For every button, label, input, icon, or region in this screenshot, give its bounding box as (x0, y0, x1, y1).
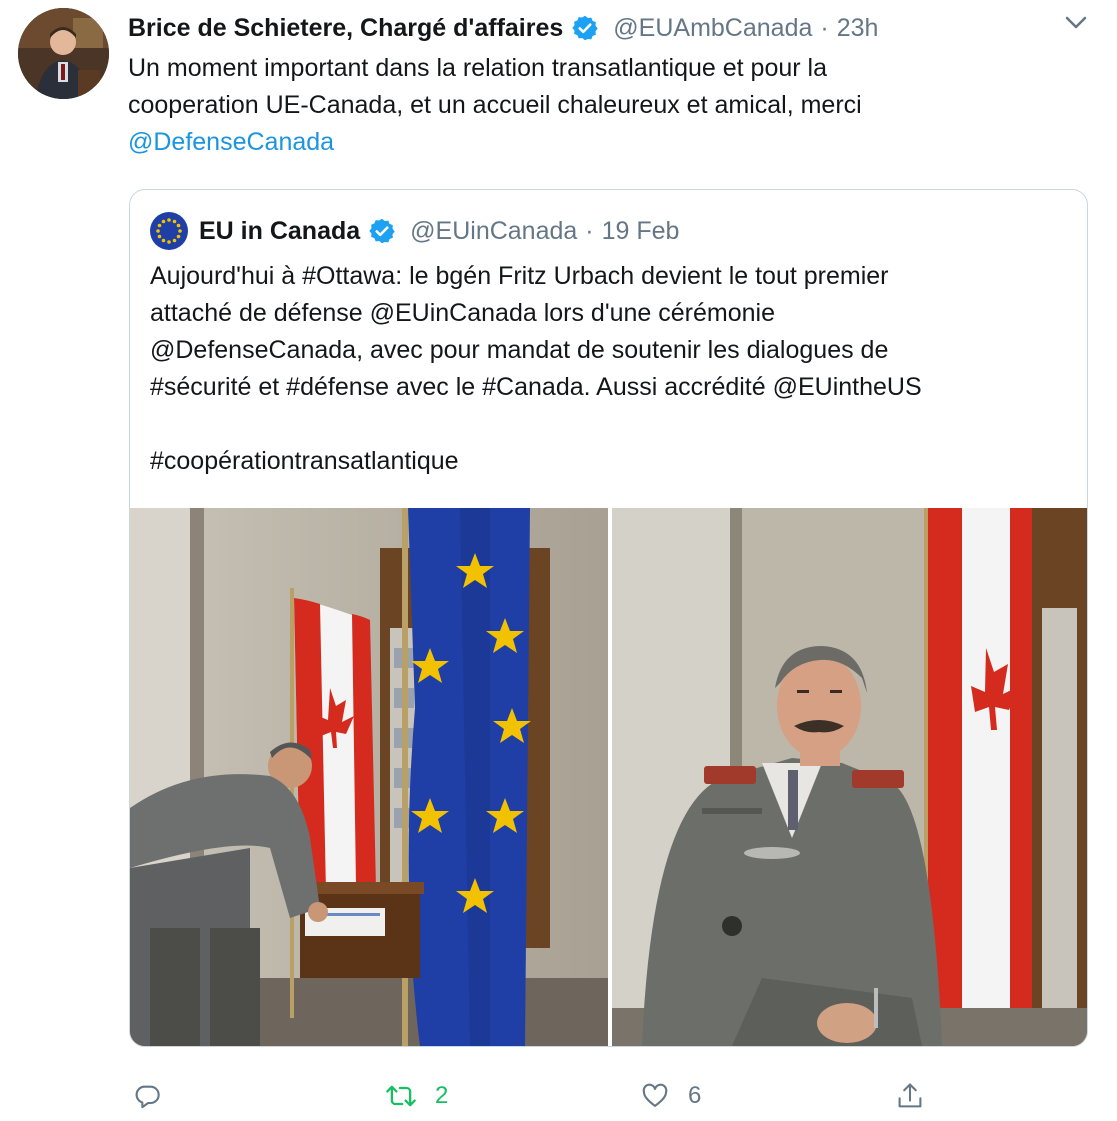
tweet-timestamp[interactable]: 23h (837, 14, 879, 43)
tweet-header: Brice de Schietere, Chargé d'affaires @E… (128, 12, 878, 44)
verified-badge-icon (571, 14, 599, 42)
author-avatar[interactable] (18, 8, 109, 99)
like-count: 6 (688, 1082, 702, 1109)
quoted-text-line (150, 406, 1070, 443)
chevron-down-icon[interactable] (1062, 12, 1090, 34)
tweet-text-line: cooperation UE-Canada, et un accueil cha… (128, 91, 862, 119)
share-icon (896, 1081, 924, 1111)
quoted-tweet-date[interactable]: 19 Feb (602, 217, 680, 246)
quoted-text-line: #sécurité et #défense avec le #Canada. A… (150, 373, 922, 401)
media-grid (130, 508, 1087, 1046)
share-button[interactable] (896, 1072, 924, 1120)
retweet-count: 2 (435, 1082, 449, 1109)
quoted-text-line: Aujourd'hui à #Ottawa: le bgén Fritz Urb… (150, 262, 889, 290)
author-handle[interactable]: @EUAmbCanada (613, 14, 812, 43)
heart-icon (640, 1082, 670, 1110)
mention-link[interactable]: @DefenseCanada (128, 124, 1078, 161)
reply-icon (133, 1082, 161, 1110)
quoted-author-name[interactable]: EU in Canada (199, 217, 360, 246)
like-button[interactable]: 6 (640, 1072, 701, 1120)
verified-badge-icon (368, 217, 396, 245)
quoted-tweet-text: Aujourd'hui à #Ottawa: le bgén Fritz Urb… (150, 258, 1070, 480)
quoted-tweet[interactable]: EU in Canada @EUinCanada · 19 Feb Aujour… (129, 189, 1088, 1047)
separator-dot: · (585, 216, 594, 245)
separator-dot: · (820, 13, 829, 42)
tweet-text: Un moment important dans la relation tra… (128, 50, 1078, 161)
photo-signing-book[interactable] (130, 508, 608, 1046)
quoted-tweet-header: EU in Canada @EUinCanada · 19 Feb (150, 212, 679, 250)
hashtag-line: #coopérationtransatlantique (150, 447, 459, 475)
quoted-author-handle[interactable]: @EUinCanada (410, 217, 577, 246)
reply-button[interactable] (133, 1072, 179, 1120)
quoted-text-line: @DefenseCanada, avec pour mandat de sout… (150, 336, 889, 364)
quoted-text-line: attaché de défense @EUinCanada lors d'un… (150, 299, 775, 327)
retweet-button[interactable]: 2 (385, 1072, 448, 1120)
author-name[interactable]: Brice de Schietere, Chargé d'affaires (128, 14, 563, 43)
tweet[interactable]: Brice de Schietere, Chargé d'affaires @E… (0, 0, 1117, 1121)
photo-officer-portrait[interactable] (612, 508, 1087, 1046)
eu-flag-avatar[interactable] (150, 212, 188, 250)
retweet-icon (385, 1082, 417, 1110)
tweet-actions: 2 6 (0, 1072, 1117, 1120)
tweet-text-line: Un moment important dans la relation tra… (128, 54, 827, 82)
